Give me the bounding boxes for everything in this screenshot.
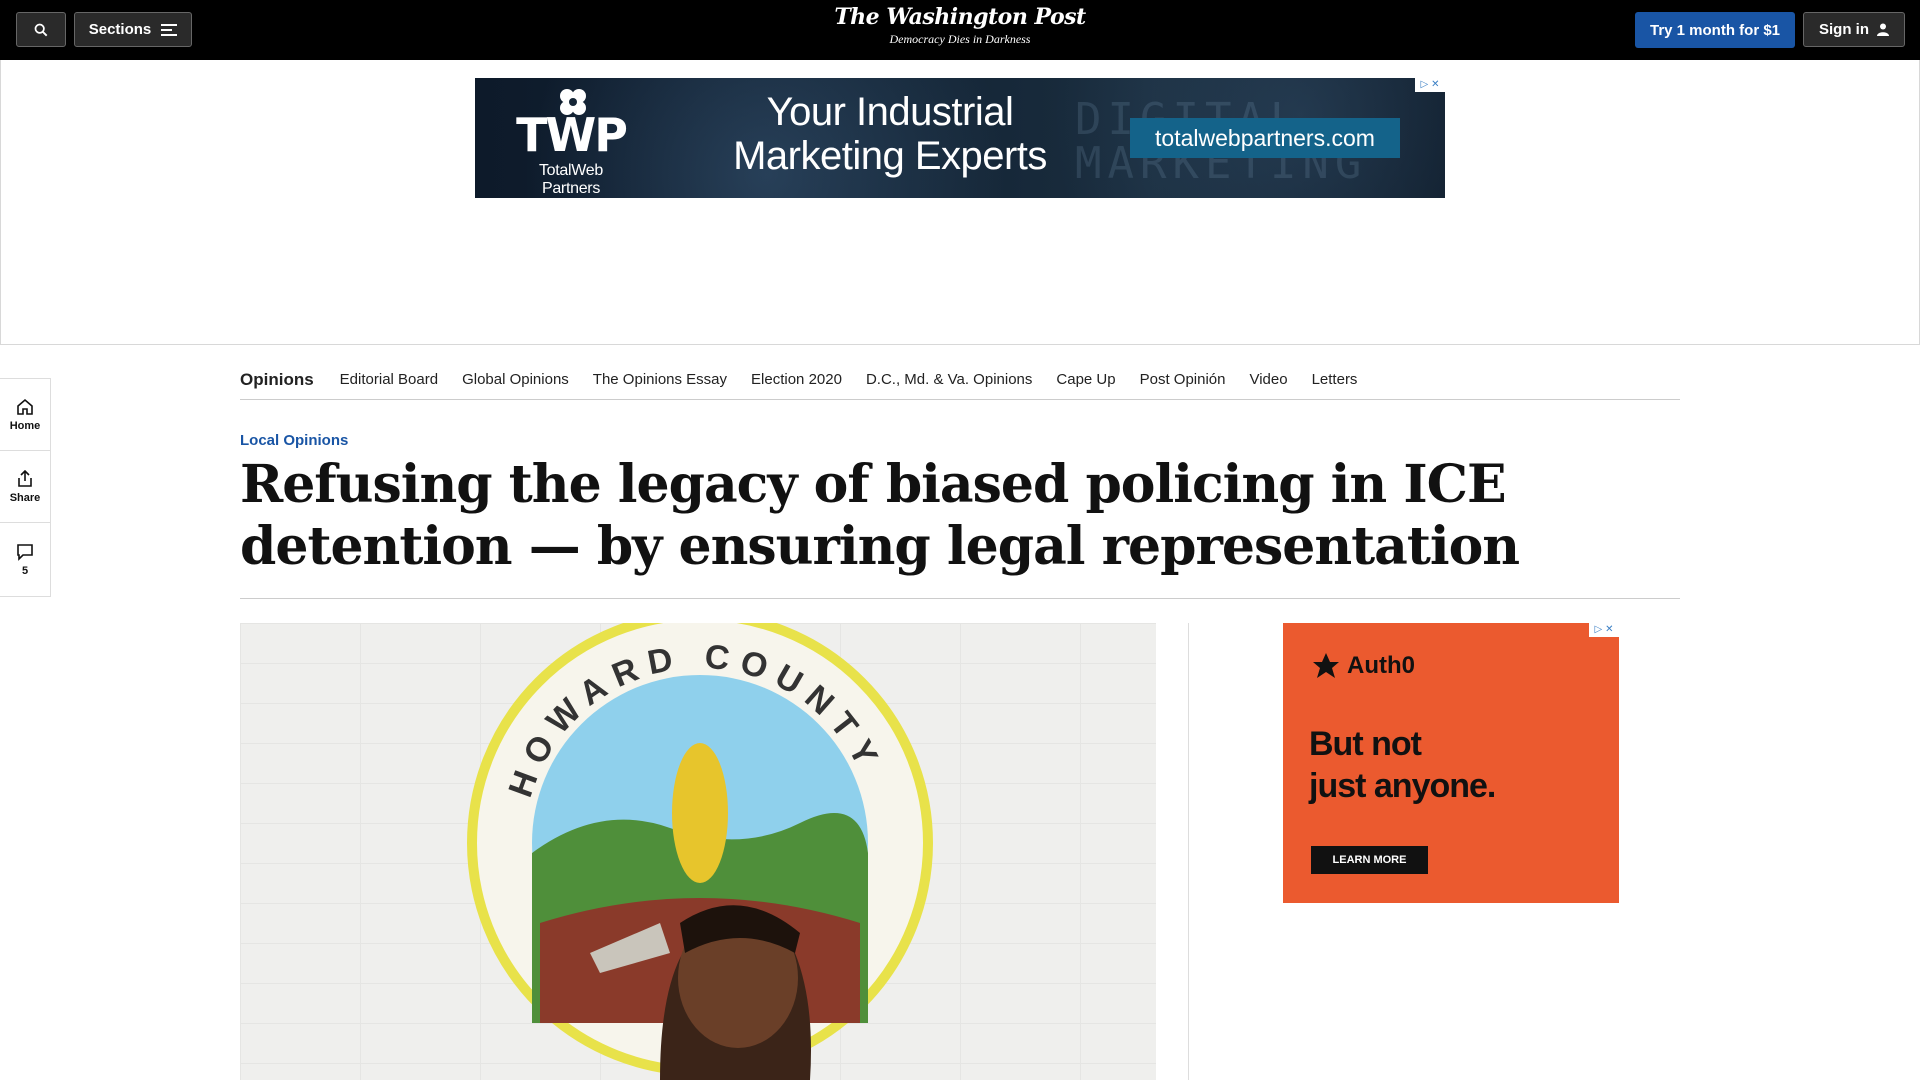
rail-share-label: Share (9, 491, 41, 504)
auth0-brand: Auth0 (1311, 651, 1415, 681)
subnav-item-video[interactable]: Video (1249, 371, 1287, 388)
article-headline: Refusing the legacy of biased policing i… (240, 454, 1520, 577)
column-divider (1188, 623, 1189, 1080)
sidebar-ad[interactable]: Auth0 But not just anyone. LEARN MORE (1283, 623, 1619, 903)
auth0-copy-line-2: just anyone. (1309, 767, 1496, 805)
twp-logo: TWP TotalWeb Partners (511, 86, 631, 198)
menu-icon (161, 23, 178, 36)
twp-brand-name: TotalWeb Partners (538, 162, 603, 197)
adchoices-badge[interactable]: ▷ ✕ (1415, 78, 1445, 92)
rail-comments-button[interactable]: 5 (0, 523, 50, 596)
subnav-item-opinions[interactable]: Opinions (240, 370, 314, 390)
headline-divider (240, 598, 1680, 599)
rail-home-button[interactable]: Home (0, 379, 50, 451)
rail-share-button[interactable]: Share (0, 451, 50, 523)
subnav-item-cape-up[interactable]: Cape Up (1056, 371, 1115, 388)
subnav-item-letters[interactable]: Letters (1312, 371, 1358, 388)
learn-more-button[interactable]: LEARN MORE (1311, 846, 1428, 874)
sidebar-close-ad-icon: ✕ (1605, 624, 1614, 635)
search-icon (34, 23, 48, 36)
subnav-item-global-opinions[interactable]: Global Opinions (462, 371, 569, 388)
county-seal-image: HOWARD COUNTY (467, 623, 933, 1080)
article-side-rail: Home Share 5 (0, 378, 51, 597)
share-icon (18, 469, 32, 487)
banner-headline-line-2: Marketing Experts (733, 134, 1047, 178)
sign-in-button[interactable]: Sign in (1803, 12, 1905, 47)
auth0-copy: But not just anyone. (1309, 723, 1496, 807)
top-navigation-bar: Sections The Washington Post Democracy D… (0, 0, 1920, 60)
logo-tagline: Democracy Dies in Darkness (889, 32, 1031, 46)
opinions-subnav: Opinions Editorial Board Global Opinions… (240, 360, 1680, 400)
auth0-star-icon (1313, 653, 1339, 678)
search-button[interactable] (16, 12, 66, 47)
article-kicker[interactable]: Local Opinions (240, 432, 348, 449)
twp-mark: TWP (516, 108, 628, 162)
subnav-item-election-2020[interactable]: Election 2020 (751, 371, 842, 388)
rail-home-label: Home (9, 419, 41, 432)
banner-headline-line-1: Your Industrial (766, 90, 1014, 134)
user-icon (1877, 23, 1889, 36)
subnav-item-opinions-essay[interactable]: The Opinions Essay (593, 371, 727, 388)
auth0-brand-name: Auth0 (1347, 652, 1415, 679)
sections-label: Sections (88, 21, 152, 38)
site-logo[interactable]: The Washington Post Democracy Dies in Da… (810, 4, 1110, 47)
subscribe-trial-button[interactable]: Try 1 month for $1 (1635, 12, 1795, 48)
sign-in-label: Sign in (1819, 21, 1869, 38)
close-ad-icon: ✕ (1431, 79, 1440, 90)
flower-logo-icon (560, 89, 586, 115)
sidebar-adchoices-badge[interactable]: ▷ ✕ (1589, 623, 1619, 637)
learn-more-label: LEARN MORE (1332, 854, 1407, 866)
banner-url-button[interactable]: totalwebpartners.com (1130, 118, 1400, 158)
banner-ad[interactable]: DIGITAL MARKETING TWP TotalWeb Partners … (475, 78, 1445, 198)
rail-comments-count: 5 (21, 564, 29, 577)
subnav-item-post-opinion[interactable]: Post Opinión (1140, 371, 1226, 388)
logo-wordmark: The Washington Post (834, 4, 1086, 30)
sections-button[interactable]: Sections (74, 12, 192, 47)
home-icon (17, 398, 33, 415)
article-lead-photo[interactable]: HOWARD COUNTY (240, 623, 1156, 1080)
banner-headline: Your Industrial Marketing Experts (710, 90, 1070, 178)
subnav-item-dc-md-va[interactable]: D.C., Md. & Va. Opinions (866, 371, 1032, 388)
comment-icon (17, 543, 33, 561)
trial-label: Try 1 month for $1 (1649, 21, 1781, 39)
sidebar-adchoices-icon: ▷ (1594, 624, 1603, 635)
subnav-item-editorial-board[interactable]: Editorial Board (340, 371, 438, 388)
adchoices-icon: ▷ (1420, 79, 1429, 90)
auth0-copy-line-1: But not (1309, 725, 1422, 763)
banner-url-label: totalwebpartners.com (1155, 124, 1375, 151)
